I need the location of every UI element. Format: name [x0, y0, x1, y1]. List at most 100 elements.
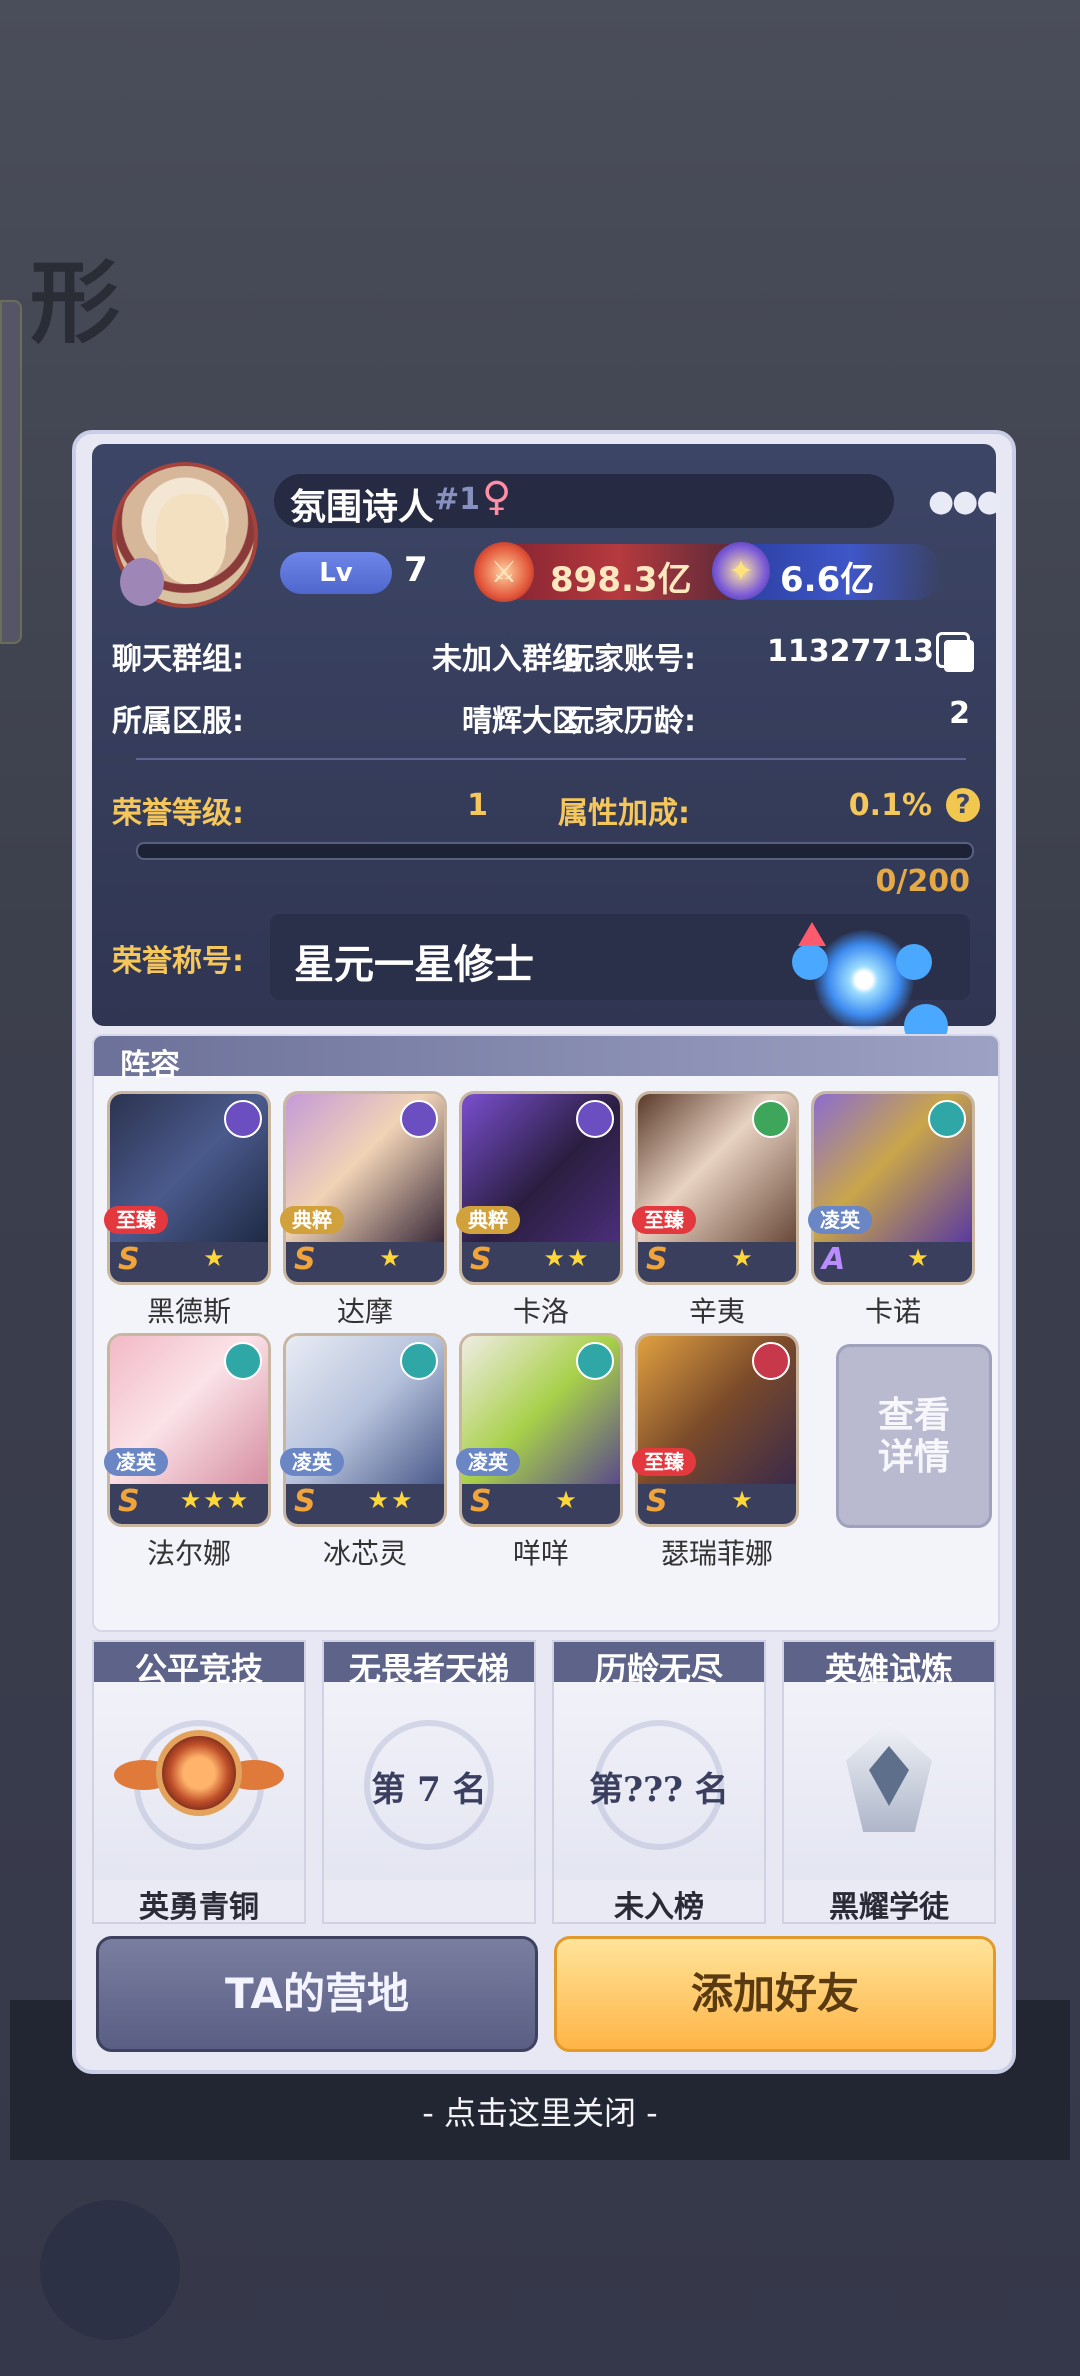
visit-camp-button[interactable]: TA的营地	[96, 1936, 538, 2052]
hero-stars: ★	[907, 1244, 931, 1272]
lineup-header: 阵容	[94, 1036, 998, 1083]
hero-stars: ★	[731, 1486, 755, 1514]
ranking-title: 公平竞技	[134, 1650, 263, 1688]
ranking-hero-trial[interactable]: 英雄试炼 黑耀学徒	[782, 1640, 996, 1925]
power-icon: ⚔	[474, 542, 534, 602]
hero-name: 达摩	[336, 1295, 393, 1328]
wind-element-icon	[400, 1342, 438, 1380]
level-label: Lv	[319, 558, 353, 588]
hero-tag: 凌英	[280, 1448, 344, 1476]
hero-card[interactable]: S ★ 至臻 辛夷	[632, 1094, 796, 1328]
ranking-emblem	[94, 1712, 304, 1862]
server-value: 晴辉大区	[462, 704, 582, 739]
account-value: 11327713	[767, 634, 934, 669]
hero-grade: S	[646, 1242, 668, 1277]
ranking-fair-arena[interactable]: 公平竞技 英勇青铜	[92, 1640, 306, 1925]
star-currency-value: 6.6亿	[780, 560, 875, 600]
fire-element-icon	[752, 1342, 790, 1380]
hero-name: 法尔娜	[146, 1537, 231, 1570]
player-age-label: 玩家历龄:	[564, 704, 696, 739]
hero-grade: S	[294, 1242, 316, 1277]
level-value: 7	[404, 550, 428, 590]
wind-element-icon	[928, 1100, 966, 1138]
ranking-position: 第??? 名	[589, 1770, 729, 1810]
ranking-fearless-ladder[interactable]: 无畏者天梯 第 7 名	[322, 1640, 536, 1924]
moon-element-icon	[400, 1100, 438, 1138]
star-orb-icon	[814, 930, 914, 1030]
ranking-position: 第 7 名	[371, 1770, 487, 1810]
hero-card[interactable]: S ★ 典粹 达摩	[280, 1094, 444, 1328]
sparkle-icon	[798, 922, 826, 946]
honor-progress-text: 0/200	[875, 864, 970, 899]
hero-card[interactable]: S ★ 凌英 咩咩	[456, 1336, 620, 1570]
hero-stars: ★★	[367, 1486, 415, 1514]
ranking-header: 公平竞技	[94, 1642, 304, 1688]
ranking-emblem	[784, 1712, 994, 1862]
hero-grade: S	[294, 1484, 316, 1519]
hero-portrait-frame: S ★	[638, 1094, 796, 1282]
hero-card[interactable]: S ★★ 典粹 卡洛	[456, 1094, 620, 1328]
hero-card[interactable]: S ★★★ 凌英 法尔娜	[104, 1336, 268, 1570]
hero-tag: 至臻	[632, 1206, 696, 1234]
player-age-value: 2	[949, 696, 970, 731]
hero-name: 黑德斯	[146, 1295, 231, 1328]
hero-stars: ★	[731, 1244, 755, 1272]
help-icon[interactable]: ?	[946, 788, 980, 822]
hero-name: 咩咩	[512, 1537, 569, 1570]
copy-icon[interactable]	[944, 640, 974, 672]
moon-element-icon	[576, 1100, 614, 1138]
chat-group-label: 聊天群组:	[112, 642, 244, 677]
view-details-button[interactable]: 查看 详情	[836, 1344, 992, 1528]
add-friend-button[interactable]: 添加好友	[554, 1936, 996, 2052]
hero-grade: S	[470, 1242, 492, 1277]
hero-stars: ★	[203, 1244, 227, 1272]
player-rank: #1	[434, 482, 481, 517]
orb-bubble	[792, 944, 828, 980]
profile-header: 氛围诗人 #1 ♀ ●●● Lv 7 ⚔ 898.3亿 ✦ 6.6亿 聊天群组:…	[92, 444, 1003, 1068]
honor-level-label: 荣誉等级:	[112, 796, 244, 831]
hero-tag: 凌英	[104, 1448, 168, 1476]
hero-name: 卡诺	[864, 1295, 921, 1328]
hero-stars: ★★	[543, 1244, 591, 1272]
ranking-emblem: 第??? 名	[554, 1712, 764, 1862]
hero-grade: S	[118, 1242, 140, 1277]
ranking-title: 历龄无尽	[594, 1650, 723, 1688]
chat-group-value: 未加入群组	[432, 642, 582, 677]
ranking-header: 历龄无尽	[554, 1642, 764, 1688]
ranking-label: 黑耀学徒	[829, 1890, 949, 1925]
hero-portrait-frame: S ★	[286, 1094, 444, 1282]
hero-card[interactable]: A ★ 凌英 卡诺	[808, 1094, 972, 1328]
hero-card[interactable]: S ★ 至臻 黑德斯	[104, 1094, 268, 1328]
honor-title-label: 荣誉称号:	[112, 944, 244, 979]
view-details-line2: 详情	[877, 1437, 950, 1478]
hero-tag: 凌英	[456, 1448, 520, 1476]
server-label: 所属区服:	[112, 704, 244, 739]
moon-element-icon	[224, 1100, 262, 1138]
honor-level-value: 1	[467, 788, 488, 823]
hero-name: 卡洛	[512, 1295, 569, 1328]
lineup-title: 阵容	[120, 1048, 180, 1083]
hero-tag: 典粹	[280, 1206, 344, 1234]
more-options-icon[interactable]: ●●●	[928, 484, 1003, 519]
lineup-panel: 阵容 S ★ 至臻 黑德斯 S ★ 典粹 达摩 S ★★ 典粹 卡洛 S ★ 至…	[92, 1034, 1000, 1632]
ranking-label: 英勇青铜	[139, 1890, 259, 1925]
hero-portrait-frame: A ★	[814, 1094, 972, 1282]
hero-grade: A	[822, 1242, 846, 1277]
hero-card[interactable]: S ★★ 凌英 冰芯灵	[280, 1336, 444, 1570]
close-hint[interactable]: - 点击这里关闭 -	[0, 2088, 1080, 2134]
player-profile-modal: 氛围诗人 #1 ♀ ●●● Lv 7 ⚔ 898.3亿 ✦ 6.6亿 聊天群组:…	[72, 430, 1016, 2074]
hero-tag: 凌英	[808, 1206, 872, 1234]
hero-portrait-frame: S ★	[638, 1336, 796, 1524]
divider	[136, 758, 966, 760]
hero-name: 冰芯灵	[322, 1537, 407, 1570]
hero-tag: 至臻	[104, 1206, 168, 1234]
player-avatar[interactable]	[112, 462, 258, 608]
hero-portrait-frame: S ★★	[286, 1336, 444, 1524]
level-badge: Lv	[280, 552, 392, 594]
ranking-endless-age[interactable]: 历龄无尽 第??? 名 未入榜	[552, 1640, 766, 1925]
player-name: 氛围诗人	[290, 487, 435, 528]
view-details-line1: 查看	[877, 1395, 950, 1436]
attribute-bonus-value: 0.1%	[848, 788, 932, 823]
hero-card[interactable]: S ★ 至臻 瑟瑞菲娜	[632, 1336, 796, 1570]
bronze-medal-icon	[156, 1730, 242, 1816]
